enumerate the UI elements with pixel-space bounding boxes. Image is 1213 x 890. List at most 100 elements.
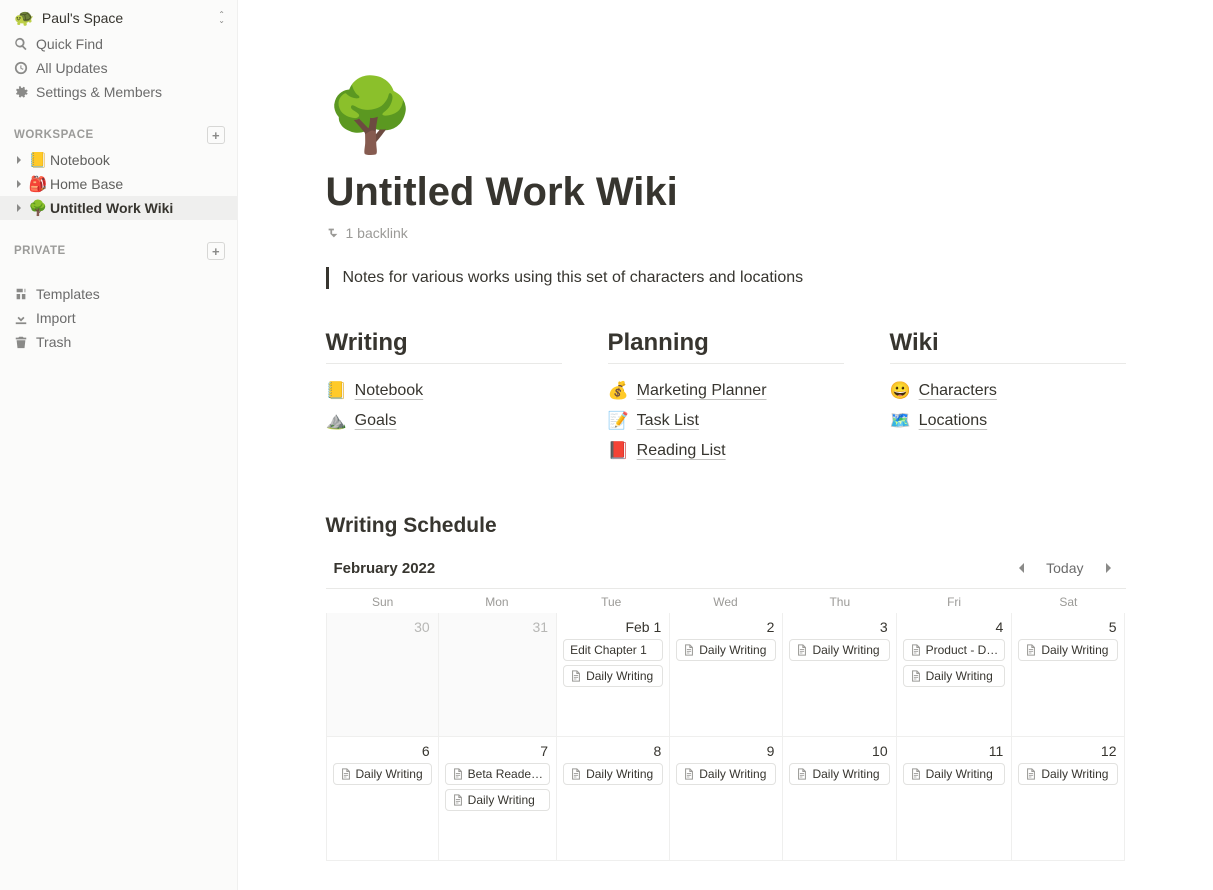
calendar-nav: Today [1012,558,1117,578]
caret-icon[interactable] [10,155,28,165]
calendar-event[interactable]: Daily Writing [563,763,663,785]
next-month-button[interactable] [1098,560,1118,576]
calendar-dow-row: Sun Mon Tue Wed Thu Fri Sat [326,589,1126,613]
add-private-page-button[interactable]: + [207,242,225,260]
calendar-cell[interactable]: 5Daily Writing [1012,613,1125,737]
calendar-event[interactable]: Daily Writing [445,789,550,811]
calendar-cell[interactable]: 8Daily Writing [557,737,670,861]
calendar-event[interactable]: Daily Writing [903,763,1006,785]
page-label: Notebook [50,152,110,168]
dow-sat: Sat [1011,589,1125,613]
calendar-event[interactable]: Daily Writing [1018,763,1118,785]
event-label: Daily Writing [812,643,879,657]
dow-mon: Mon [440,589,554,613]
calendar-cell[interactable]: 2Daily Writing [670,613,783,737]
event-label: Beta Reade… [468,767,543,781]
calendar-grid: Sun Mon Tue Wed Thu Fri Sat 3031Feb 1Edi… [326,588,1126,861]
chevron-right-icon [1102,562,1114,574]
callout-block[interactable]: Notes for various works using this set o… [326,267,1126,289]
calendar-header: February 2022 Today [326,552,1126,588]
calendar-event[interactable]: Daily Writing [903,665,1006,687]
event-label: Daily Writing [699,767,766,781]
updown-icon: ⌃⌄ [218,12,225,24]
link-characters[interactable]: 😀 Characters [890,376,1126,406]
sidebar-page-home-base[interactable]: 🎒 Home Base [0,172,237,196]
column-heading-wiki[interactable]: Wiki [890,329,1126,364]
calendar-event[interactable]: Edit Chapter 1 [563,639,663,661]
calendar-cell[interactable]: 9Daily Writing [670,737,783,861]
all-updates-button[interactable]: All Updates [0,56,237,80]
calendar-date-label: 4 [903,619,1006,639]
link-emoji-icon: 📒 [326,381,347,401]
caret-icon[interactable] [10,179,28,189]
column-heading-planning[interactable]: Planning [608,329,844,364]
trash-icon [14,335,36,349]
calendar-event[interactable]: Daily Writing [789,639,889,661]
event-label: Daily Writing [926,669,993,683]
calendar-cell[interactable]: 11Daily Writing [897,737,1013,861]
calendar-event[interactable]: Product - D… [903,639,1006,661]
link-emoji-icon: 📝 [608,411,629,431]
add-workspace-page-button[interactable]: + [207,126,225,144]
sidebar: 🐢 Paul's Space ⌃⌄ Quick Find All Updates… [0,0,238,890]
page-title[interactable]: Untitled Work Wiki [326,170,1126,215]
page-emoji[interactable]: 🌳 [326,80,1126,152]
prev-month-button[interactable] [1012,560,1032,576]
calendar-event[interactable]: Daily Writing [676,763,776,785]
private-section-header: PRIVATE + [0,234,237,264]
caret-icon[interactable] [10,203,28,213]
link-goals[interactable]: ⛰️ Goals [326,406,562,436]
link-locations[interactable]: 🗺️ Locations [890,406,1126,436]
column-writing: Writing 📒 Notebook ⛰️ Goals [326,329,562,466]
schedule-heading[interactable]: Writing Schedule [326,514,1126,538]
quick-find-label: Quick Find [36,36,103,52]
workspace-switcher[interactable]: 🐢 Paul's Space ⌃⌄ [0,0,237,32]
calendar-cell[interactable]: Feb 1Edit Chapter 1 Daily Writing [557,613,670,737]
backlink-button[interactable]: 1 backlink [326,225,408,241]
calendar-event[interactable]: Daily Writing [563,665,663,687]
calendar-date-label: Feb 1 [563,619,663,639]
backlink-text: 1 backlink [346,225,408,241]
link-marketing-planner[interactable]: 💰 Marketing Planner [608,376,844,406]
calendar-event[interactable]: Daily Writing [333,763,432,785]
calendar-date-label: 8 [563,743,663,763]
all-updates-label: All Updates [36,60,108,76]
calendar-cell[interactable]: 30 [326,613,439,737]
column-heading-writing[interactable]: Writing [326,329,562,364]
clock-icon [14,61,36,75]
calendar-cell[interactable]: 12Daily Writing [1012,737,1125,861]
calendar-cell[interactable]: 10Daily Writing [783,737,896,861]
sidebar-page-untitled-work-wiki[interactable]: 🌳 Untitled Work Wiki [0,196,237,220]
event-label: Daily Writing [1041,643,1108,657]
calendar-event[interactable]: Daily Writing [676,639,776,661]
calendar-cell[interactable]: 7Beta Reade…Daily Writing [439,737,557,861]
link-emoji-icon: 😀 [890,381,911,401]
link-emoji-icon: ⛰️ [326,411,347,431]
templates-label: Templates [36,286,100,302]
event-label: Daily Writing [1041,767,1108,781]
quick-find-button[interactable]: Quick Find [0,32,237,56]
calendar-date-label: 11 [903,743,1006,763]
calendar-cell[interactable]: 6Daily Writing [326,737,439,861]
link-task-list[interactable]: 📝 Task List [608,406,844,436]
import-button[interactable]: Import [0,306,237,330]
calendar-event[interactable]: Beta Reade… [445,763,550,785]
templates-button[interactable]: Templates [0,282,237,306]
calendar-month-label: February 2022 [334,560,436,577]
calendar-cell[interactable]: 4Product - D… Daily Writing [897,613,1013,737]
trash-button[interactable]: Trash [0,330,237,354]
import-icon [14,311,36,325]
page-label: Untitled Work Wiki [50,200,173,216]
calendar-cell[interactable]: 31 [439,613,557,737]
sidebar-page-notebook[interactable]: 📒 Notebook [0,148,237,172]
link-notebook[interactable]: 📒 Notebook [326,376,562,406]
today-button[interactable]: Today [1042,558,1087,578]
calendar-event[interactable]: Daily Writing [1018,639,1118,661]
link-reading-list[interactable]: 📕 Reading List [608,436,844,466]
calendar-cell[interactable]: 3Daily Writing [783,613,896,737]
calendar-event[interactable]: Daily Writing [789,763,889,785]
settings-members-button[interactable]: Settings & Members [0,80,237,104]
event-label: Daily Writing [468,793,535,807]
page-content: 🌳 Untitled Work Wiki 1 backlink Notes fo… [238,0,1213,890]
calendar-date-label: 10 [789,743,889,763]
